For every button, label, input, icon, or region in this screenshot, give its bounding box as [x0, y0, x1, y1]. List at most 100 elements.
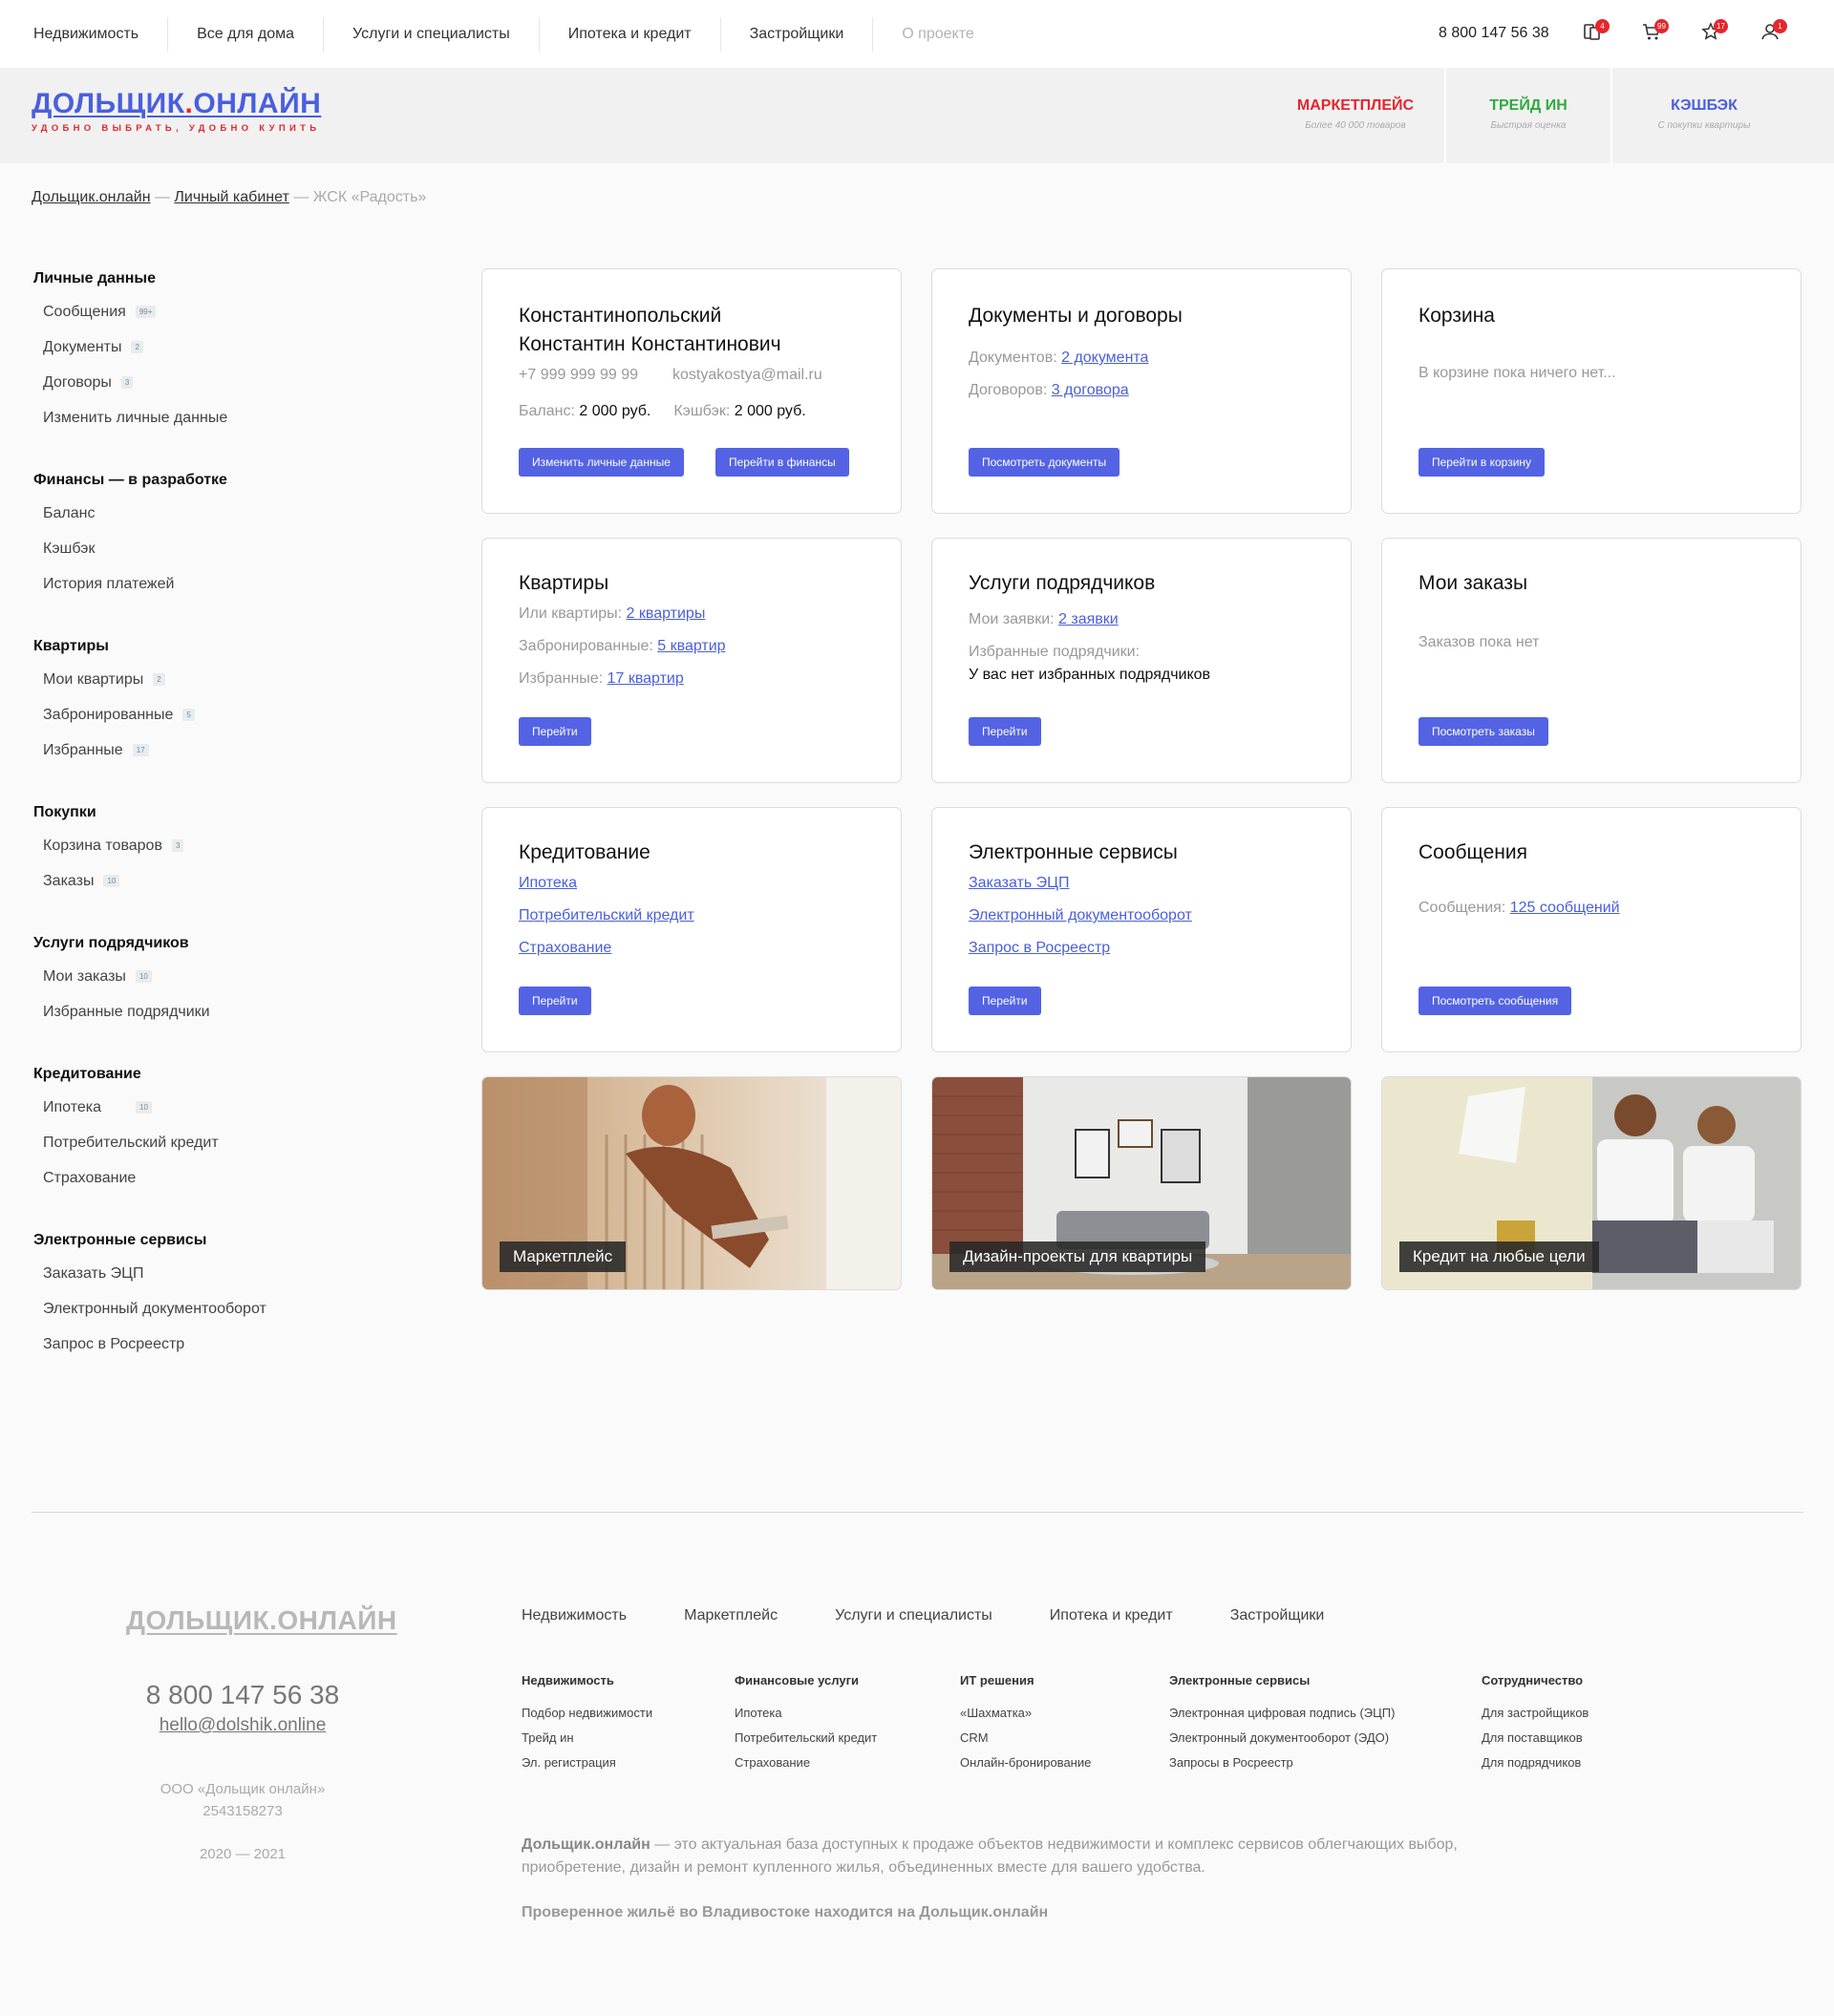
promo-marketplace[interactable]: МАРКЕТПЛЕЙС Более 40 000 товаров — [1267, 68, 1444, 163]
documents-link[interactable]: 2 документа — [1061, 350, 1148, 366]
promo-trade-in[interactable]: ТРЕЙД ИН Быстрая оценка — [1444, 68, 1610, 163]
sidebar-item-cart[interactable]: Корзина товаров 3 — [33, 828, 435, 863]
go-cart-button[interactable]: Перейти в корзину — [1418, 448, 1546, 477]
booked-flats-link[interactable]: 5 квартир — [657, 638, 725, 654]
sidebar-item-favorites[interactable]: Избранные 17 — [33, 732, 435, 768]
breadcrumb-current: ЖСК «Радость» — [312, 189, 427, 205]
cart-badge: 99 — [1654, 19, 1669, 33]
sidebar-item-cashback[interactable]: Кэшбэк — [33, 531, 435, 566]
edo-link[interactable]: Электронный документооборот — [969, 907, 1192, 923]
sidebar-item-orders[interactable]: Заказы 10 — [33, 863, 435, 899]
favorites-button[interactable]: 17 — [1700, 19, 1759, 48]
flats-title: Квартиры — [519, 572, 609, 594]
design-projects-banner[interactable]: Дизайн-проекты для квартиры — [931, 1076, 1352, 1290]
consumer-credit-link[interactable]: Потребительский кредит — [519, 907, 694, 923]
sidebar-item-consumer-credit[interactable]: Потребительский кредит — [33, 1125, 435, 1160]
footer-col-cooperation: Сотрудничество Для застройщиков Для пост… — [1482, 1673, 1589, 1770]
marketplace-banner[interactable]: Маркетплейс — [481, 1076, 902, 1290]
messages-link[interactable]: 125 сообщений — [1510, 900, 1620, 916]
credit-banner[interactable]: Кредит на любые цели — [1381, 1076, 1802, 1290]
sidebar-group-finance: Финансы — в разработке Баланс Кэшбэк Ист… — [33, 469, 435, 602]
breadcrumb-cabinet[interactable]: Личный кабинет — [174, 189, 288, 205]
sidebar-item-my-orders[interactable]: Мои заказы 10 — [33, 959, 435, 994]
footer-nav-real-estate[interactable]: Недвижимость — [522, 1607, 627, 1624]
orders-empty-text: Заказов пока нет — [1418, 634, 1540, 650]
cart-button[interactable]: 99 — [1641, 19, 1700, 48]
sidebar-item-mortgage[interactable]: Ипотека 10 — [33, 1090, 435, 1125]
credit-card: Кредитование Ипотека Потребительский кре… — [481, 807, 902, 1052]
compare-button[interactable]: 4 — [1582, 19, 1641, 48]
header-icons: 4 99 17 1 — [1582, 19, 1819, 48]
footer-nav: Недвижимость Маркетплейс Услуги и специа… — [522, 1607, 1324, 1624]
top-nav-items: Недвижимость Все для дома Услуги и специ… — [33, 16, 1003, 52]
messages-card: Сообщения Сообщения: 125 сообщений Посмо… — [1381, 807, 1802, 1052]
my-flats-link[interactable]: 2 квартиры — [627, 605, 706, 622]
cart-card: Корзина В корзине пока ничего нет... Пер… — [1381, 268, 1802, 514]
sidebar-group-credit: Кредитование Ипотека 10 Потребительский к… — [33, 1063, 435, 1196]
nav-about[interactable]: О проекте — [873, 17, 1002, 52]
sidebar-item-my-flats[interactable]: Мои квартиры 2 — [33, 662, 435, 697]
fav-flats-link[interactable]: 17 квартир — [608, 670, 684, 687]
mortgage-link[interactable]: Ипотека — [519, 875, 577, 891]
footer-nav-developers[interactable]: Застройщики — [1230, 1607, 1325, 1624]
sidebar-item-order-ecp[interactable]: Заказать ЭЦП — [33, 1256, 435, 1291]
footer-col-finance: Финансовые услуги Ипотека Потребительски… — [735, 1673, 878, 1770]
insurance-link[interactable]: Страхование — [519, 940, 611, 956]
logo-text: ДОЛЬЩИК.ОНЛАЙН — [32, 88, 322, 119]
view-orders-button[interactable]: Посмотреть заказы — [1418, 717, 1548, 746]
sidebar-item-booked[interactable]: Забронированные 5 — [33, 697, 435, 732]
profile-name: Константинопольский Константин Константин… — [519, 305, 781, 355]
contracts-link[interactable]: 3 договора — [1052, 382, 1129, 398]
view-messages-button[interactable]: Посмотреть сообщения — [1418, 987, 1572, 1015]
sidebar-item-rosreestr[interactable]: Запрос в Росреестр — [33, 1326, 435, 1362]
edit-profile-button[interactable]: Изменить личные данные — [519, 448, 684, 477]
order-ecp-link[interactable]: Заказать ЭЦП — [969, 875, 1069, 891]
profile-balance: Баланс: 2 000 руб. — [519, 403, 651, 419]
site-logo[interactable]: ДОЛЬЩИК.ОНЛАЙН УДОБНО ВЫБРАТЬ, УДОБНО КУ… — [32, 88, 322, 135]
footer-email[interactable]: hello@dolshik.online — [80, 1715, 405, 1736]
footer-phone[interactable]: 8 800 147 56 38 — [80, 1680, 405, 1710]
profile-button[interactable]: 1 — [1759, 19, 1819, 48]
go-finance-button[interactable]: Перейти в финансы — [715, 448, 849, 477]
flats-go-button[interactable]: Перейти — [519, 717, 591, 746]
footer-col-it: ИТ решения «Шахматка» CRM Онлайн-брониро… — [960, 1673, 1092, 1770]
contractors-go-button[interactable]: Перейти — [969, 717, 1041, 746]
footer-slogan: Проверенное жильё во Владивостоке находи… — [522, 1904, 1049, 1921]
view-documents-button[interactable]: Посмотреть документы — [969, 448, 1120, 477]
flats-card: Квартиры Или квартиры: 2 квартиры Заброн… — [481, 538, 902, 783]
sidebar-item-contracts[interactable]: Договоры 3 — [33, 365, 435, 400]
footer-nav-marketplace[interactable]: Маркетплейс — [684, 1607, 778, 1624]
credit-go-button[interactable]: Перейти — [519, 987, 591, 1015]
sidebar-item-payment-history[interactable]: История платежей — [33, 566, 435, 602]
sidebar-item-edo[interactable]: Электронный документооборот — [33, 1291, 435, 1326]
sidebar: Личные данные Сообщения 99+ Документы 2 До… — [33, 267, 435, 1395]
nav-developers[interactable]: Застройщики — [721, 16, 874, 52]
sidebar-group-purchases: Покупки Корзина товаров 3 Заказы 10 — [33, 801, 435, 899]
promo-cashback[interactable]: КЭШБЭК С покупки квартиры — [1610, 68, 1796, 163]
footer-logo[interactable]: ДОЛЬЩИК.ОНЛАЙН — [126, 1605, 397, 1636]
nav-real-estate[interactable]: Недвижимость — [33, 16, 169, 52]
cart-empty-text: В корзине пока ничего нет... — [1418, 365, 1616, 381]
profile-phone: +7 999 999 99 99 — [519, 367, 639, 383]
eservices-go-button[interactable]: Перейти — [969, 987, 1041, 1015]
nav-mortgage[interactable]: Ипотека и кредит — [540, 16, 721, 52]
sidebar-item-fav-contractors[interactable]: Избранные подрядчики — [33, 994, 435, 1029]
documents-card: Документы и договоры Документов: 2 докум… — [931, 268, 1352, 514]
nav-home-goods[interactable]: Все для дома — [168, 16, 325, 52]
sidebar-item-insurance[interactable]: Страхование — [33, 1160, 435, 1196]
sidebar-item-edit-profile[interactable]: Изменить личные данные — [33, 400, 435, 435]
footer-nav-mortgage[interactable]: Ипотека и кредит — [1050, 1607, 1173, 1624]
rosreestr-link[interactable]: Запрос в Росреестр — [969, 940, 1110, 956]
sidebar-group-personal: Личные данные Сообщения 99+ Документы 2 До… — [33, 267, 435, 435]
credit-title: Кредитование — [519, 841, 650, 863]
header-phone[interactable]: 8 800 147 56 38 — [1439, 25, 1549, 42]
footer-nav-services[interactable]: Услуги и специалисты — [835, 1607, 992, 1624]
footer-divider — [32, 1512, 1803, 1513]
breadcrumb-home[interactable]: Дольщик.онлайн — [32, 189, 151, 205]
sidebar-item-balance[interactable]: Баланс — [33, 496, 435, 531]
sidebar-item-messages[interactable]: Сообщения 99+ — [33, 294, 435, 329]
sidebar-item-documents[interactable]: Документы 2 — [33, 329, 435, 365]
nav-services[interactable]: Услуги и специалисты — [324, 16, 540, 52]
contractors-title: Услуги подрядчиков — [969, 572, 1156, 594]
requests-link[interactable]: 2 заявки — [1058, 611, 1119, 627]
